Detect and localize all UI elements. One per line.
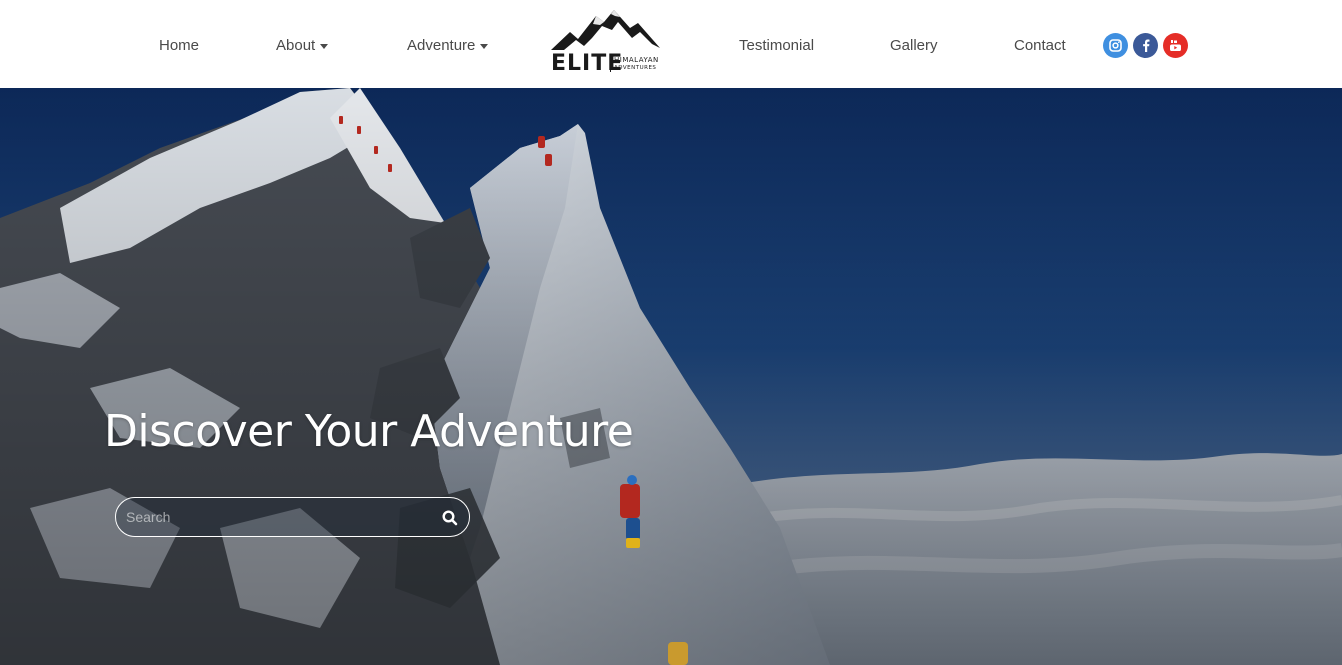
facebook-icon: [1142, 39, 1149, 52]
hero-search: [115, 497, 470, 537]
search-icon[interactable]: [441, 509, 459, 527]
logo-subtitle: HIMALAYAN ADVENTURES: [610, 56, 659, 72]
nav-gallery[interactable]: Gallery: [890, 37, 938, 54]
instagram-button[interactable]: [1103, 33, 1128, 58]
search-input[interactable]: [126, 506, 426, 528]
nav-about[interactable]: About: [276, 37, 329, 54]
caret-down-icon: [480, 43, 489, 49]
hero-section: Discover Your Adventure: [0, 88, 1342, 665]
youtube-icon: [1170, 40, 1181, 51]
nav-home[interactable]: Home: [159, 37, 199, 54]
mountain-logo-icon: [551, 10, 660, 50]
youtube-button[interactable]: [1163, 33, 1188, 58]
site-logo[interactable]: ELITE HIMALAYAN ADVENTURES: [548, 8, 664, 75]
navbar: Home About Adventure ELITE HIMALAYAN ADV…: [0, 0, 1342, 88]
logo-line2: ADVENTURES: [614, 65, 657, 71]
mountain-hero-image: [0, 88, 1342, 665]
hero-title: Discover Your Adventure: [104, 406, 634, 457]
nav-about-label: About: [276, 37, 316, 54]
nav-testimonial[interactable]: Testimonial: [739, 37, 814, 54]
nav-adventure[interactable]: Adventure: [407, 37, 489, 54]
logo-line1: HIMALAYAN: [614, 56, 659, 64]
caret-down-icon: [320, 43, 329, 49]
instagram-icon: [1109, 39, 1122, 52]
nav-adventure-label: Adventure: [407, 37, 476, 54]
nav-contact[interactable]: Contact: [1014, 37, 1066, 54]
facebook-button[interactable]: [1133, 33, 1158, 58]
